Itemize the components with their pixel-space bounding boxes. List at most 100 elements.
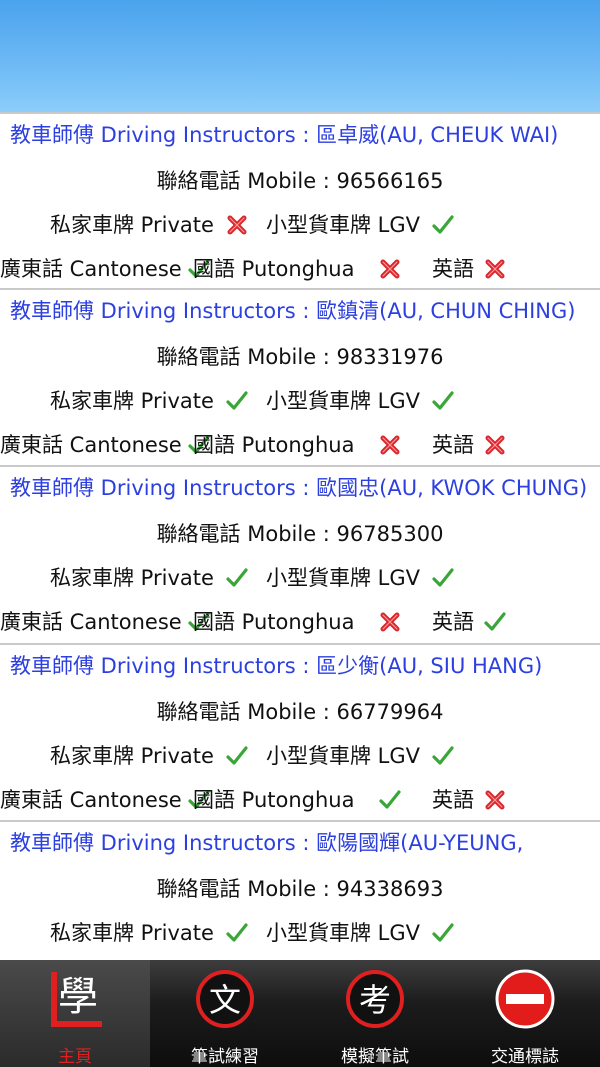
lgv-licence-label: 小型貨車牌 LGV (266, 566, 421, 591)
lgv-licence-label: 小型貨車牌 LGV (266, 921, 421, 946)
check-icon (377, 787, 403, 813)
check-icon (430, 743, 456, 769)
english-cell: 英語 (432, 785, 508, 815)
instructor-card[interactable]: 教車師傅 Driving Instructors : 歐鎮清(AU, CHUN … (0, 290, 600, 468)
lgv-licence-cell: 小型貨車牌 LGV (266, 563, 456, 593)
no-entry-icon (494, 960, 556, 1034)
private-licence-cell: 私家車牌 Private (50, 741, 250, 771)
instructor-card[interactable]: 教車師傅 Driving Instructors : 歐陽國輝(AU-YEUNG… (0, 822, 600, 960)
check-icon (224, 920, 250, 946)
cross-icon (482, 432, 508, 458)
tab-no-entry[interactable]: 交通標誌 (450, 960, 600, 1067)
lgv-licence-label: 小型貨車牌 LGV (266, 743, 421, 768)
cross-icon (377, 432, 403, 458)
private-licence-label: 私家車牌 Private (50, 213, 214, 237)
cross-icon (377, 609, 403, 635)
instructor-mobile[interactable]: 聯絡電話 Mobile : 94338693 (0, 874, 600, 904)
cross-icon (482, 787, 508, 813)
putonghua-cell: 國語 Putonghua (193, 430, 403, 460)
private-licence-label: 私家車牌 Private (50, 566, 214, 591)
english-cell: 英語 (432, 254, 508, 284)
check-icon (224, 565, 250, 591)
cantonese-cell: 廣東話 Cantonese (0, 785, 212, 815)
cantonese-label: 廣東話 Cantonese (0, 257, 182, 281)
putonghua-cell: 國語 Putonghua (193, 785, 403, 815)
exam-icon: 考 (344, 960, 406, 1034)
putonghua-label: 國語 Putonghua (193, 610, 355, 635)
language-row: 廣東話 Cantonese 國語 Putonghua 英語 (0, 785, 600, 815)
putonghua-cell: 國語 Putonghua (193, 254, 403, 284)
instructor-mobile[interactable]: 聯絡電話 Mobile : 66779964 (0, 697, 600, 727)
cross-icon (482, 256, 508, 282)
instructor-name[interactable]: 教車師傅 Driving Instructors : 歐鎮清(AU, CHUN … (10, 296, 575, 326)
english-label: 英語 (432, 787, 474, 812)
instructor-name[interactable]: 教車師傅 Driving Instructors : 歐陽國輝(AU-YEUNG… (10, 828, 523, 858)
instructor-name[interactable]: 教車師傅 Driving Instructors : 區少衡(AU, SIU H… (10, 651, 542, 681)
licence-row: 私家車牌 Private 小型貨車牌 LGV (0, 918, 600, 948)
check-icon (430, 920, 456, 946)
svg-text:文: 文 (209, 981, 241, 1019)
private-licence-cell: 私家車牌 Private (50, 563, 250, 593)
cantonese-label: 廣東話 Cantonese (0, 787, 182, 812)
english-cell: 英語 (432, 607, 508, 637)
english-cell: 英語 (432, 430, 508, 460)
tab-practice[interactable]: 文筆試練習 (150, 960, 300, 1067)
instructor-name[interactable]: 教車師傅 Driving Instructors : 歐國忠(AU, KWOK … (10, 473, 587, 503)
lgv-licence-cell: 小型貨車牌 LGV (266, 741, 456, 771)
private-licence-label: 私家車牌 Private (50, 921, 214, 946)
svg-text:學: 學 (58, 974, 98, 1020)
private-licence-label: 私家車牌 Private (50, 388, 214, 413)
instructor-list[interactable]: 教車師傅 Driving Instructors : 區卓威(AU, CHEUK… (0, 112, 600, 960)
tab-label: 模擬筆試 (341, 1047, 409, 1067)
check-icon (224, 743, 250, 769)
language-row: 廣東話 Cantonese 國語 Putonghua 英語 (0, 607, 600, 637)
licence-row: 私家車牌 Private 小型貨車牌 LGV (0, 386, 600, 416)
licence-row: 私家車牌 Private 小型貨車牌 LGV (0, 741, 600, 771)
lgv-licence-label: 小型貨車牌 LGV (266, 388, 421, 413)
tab-label: 交通標誌 (491, 1047, 559, 1067)
cantonese-cell: 廣東話 Cantonese (0, 430, 212, 460)
putonghua-label: 國語 Putonghua (193, 257, 355, 281)
check-icon (430, 388, 456, 414)
licence-row: 私家車牌 Private 小型貨車牌 LGV (0, 563, 600, 593)
tab-learn[interactable]: 學主頁 (0, 960, 150, 1067)
top-header-bar (0, 0, 600, 112)
putonghua-label: 國語 Putonghua (193, 432, 355, 457)
practice-icon: 文 (194, 960, 256, 1034)
lgv-licence-cell: 小型貨車牌 LGV (266, 918, 456, 948)
lgv-licence-cell: 小型貨車牌 LGV (266, 386, 456, 416)
instructor-card[interactable]: 教車師傅 Driving Instructors : 區卓威(AU, CHEUK… (0, 112, 600, 290)
putonghua-label: 國語 Putonghua (193, 787, 355, 812)
learn-icon: 學 (44, 960, 106, 1034)
tab-bar: 學主頁文筆試練習考模擬筆試 交通標誌 (0, 960, 600, 1067)
cantonese-label: 廣東話 Cantonese (0, 610, 182, 635)
tab-label: 筆試練習 (191, 1047, 259, 1067)
lgv-licence-cell: 小型貨車牌 LGV (266, 210, 456, 240)
check-icon (224, 388, 250, 414)
lgv-licence-label: 小型貨車牌 LGV (266, 213, 421, 237)
check-icon (430, 212, 456, 238)
tab-label: 主頁 (58, 1047, 92, 1067)
tab-exam[interactable]: 考模擬筆試 (300, 960, 450, 1067)
instructor-card[interactable]: 教車師傅 Driving Instructors : 歐國忠(AU, KWOK … (0, 467, 600, 645)
cantonese-label: 廣東話 Cantonese (0, 432, 182, 457)
language-row: 廣東話 Cantonese 國語 Putonghua 英語 (0, 430, 600, 460)
instructor-mobile[interactable]: 聯絡電話 Mobile : 96785300 (0, 519, 600, 549)
cantonese-cell: 廣東話 Cantonese (0, 607, 212, 637)
private-licence-cell: 私家車牌 Private (50, 918, 250, 948)
check-icon (430, 565, 456, 591)
english-label: 英語 (432, 432, 474, 457)
instructor-card[interactable]: 教車師傅 Driving Instructors : 區少衡(AU, SIU H… (0, 645, 600, 823)
language-row: 廣東話 Cantonese 國語 Putonghua 英語 (0, 254, 600, 284)
cross-icon (224, 212, 250, 238)
cross-icon (377, 256, 403, 282)
private-licence-label: 私家車牌 Private (50, 743, 214, 768)
instructor-mobile[interactable]: 聯絡電話 Mobile : 96566165 (0, 166, 600, 196)
putonghua-cell: 國語 Putonghua (193, 607, 403, 637)
instructor-name[interactable]: 教車師傅 Driving Instructors : 區卓威(AU, CHEUK… (10, 120, 558, 150)
instructor-mobile[interactable]: 聯絡電話 Mobile : 98331976 (0, 342, 600, 372)
licence-row: 私家車牌 Private 小型貨車牌 LGV (0, 210, 600, 240)
svg-text:考: 考 (359, 981, 391, 1019)
cantonese-cell: 廣東話 Cantonese (0, 254, 212, 284)
check-icon (482, 609, 508, 635)
